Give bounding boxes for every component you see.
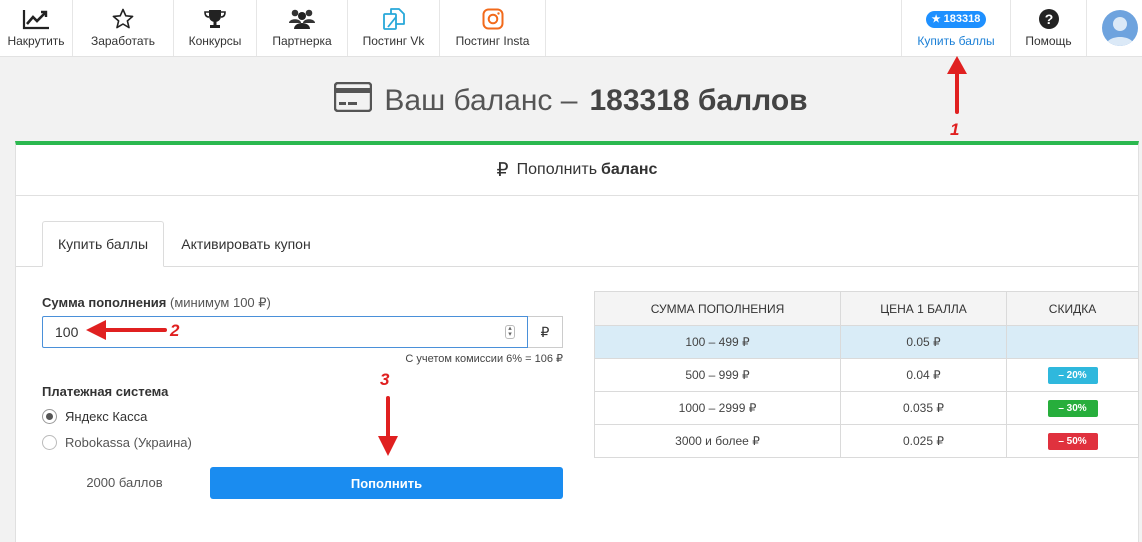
nav-label: Постинг Vk — [362, 34, 425, 48]
column-header: СУММА ПОПОЛНЕНИЯ — [594, 291, 841, 326]
nav-item-posting-vk[interactable]: Постинг Vk — [348, 0, 440, 56]
card-title-prefix: Пополнить — [516, 161, 598, 178]
balance-heading-prefix: Ваш баланс – — [384, 84, 578, 117]
range-cell: 500 – 999 ₽ — [594, 358, 841, 392]
tab-activate-coupon[interactable]: Активировать купон — [166, 221, 326, 266]
nav-item-posting-insta[interactable]: Постинг Insta — [440, 0, 546, 56]
discount-cell: – 30% — [1006, 391, 1139, 425]
table-row: 100 – 499 ₽ 0.05 ₽ — [594, 325, 1139, 359]
discount-badge: – 30% — [1047, 399, 1098, 417]
trending-up-icon — [0, 8, 72, 30]
nav-label: Купить баллы — [917, 34, 995, 48]
balance-heading-value: 183318 баллов — [589, 84, 808, 117]
nav-label: Постинг Insta — [455, 34, 530, 48]
discount-cell: – 50% — [1006, 424, 1139, 458]
submit-top-up-button[interactable]: Пополнить — [210, 467, 563, 499]
nav-item-help[interactable]: ? Помощь — [1011, 0, 1087, 56]
sum-label-text: Сумма пополнения — [42, 295, 167, 310]
nav-label: Накрутить — [7, 34, 65, 48]
payment-option-label: Яндекс Касса — [65, 408, 148, 424]
annotation-number-2: 2 — [170, 321, 180, 340]
price-table: СУММА ПОПОЛНЕНИЯ ЦЕНА 1 БАЛЛА СКИДКА 100… — [594, 291, 1139, 458]
top-nav: Накрутить Заработать Конкурсы Партнерка … — [0, 0, 1142, 57]
users-icon — [257, 8, 347, 30]
table-header-row: СУММА ПОПОЛНЕНИЯ ЦЕНА 1 БАЛЛА СКИДКА — [594, 291, 1139, 326]
trophy-icon — [174, 8, 256, 30]
discount-badge: – 20% — [1047, 366, 1098, 384]
radio-unselected[interactable] — [42, 434, 57, 450]
user-avatar-icon — [1106, 17, 1134, 46]
annotation-number-3: 3 — [380, 370, 390, 389]
table-row: 1000 – 2999 ₽ 0.035 ₽ – 30% — [594, 391, 1139, 425]
price-cell: 0.05 ₽ — [840, 325, 1007, 359]
commission-text: С учетом комиссии 6% = 106 ₽ — [405, 353, 563, 365]
range-cell: 1000 – 2999 ₽ — [594, 391, 841, 425]
balance-badge: ★ 183318 — [925, 10, 987, 28]
card-title-bold: баланс — [601, 161, 658, 178]
nav-label: Помощь — [1025, 34, 1072, 48]
sum-input-value: 100 — [55, 324, 79, 340]
number-spinner[interactable]: ▴ ▾ — [505, 325, 515, 339]
sum-label-hint: (минимум 100 ₽) — [170, 295, 271, 310]
table-row: 500 – 999 ₽ 0.04 ₽ – 20% — [594, 358, 1139, 392]
price-cell: 0.025 ₽ — [840, 424, 1007, 458]
nav-item-earn[interactable]: Заработать — [73, 0, 174, 56]
nav-item-buy-points[interactable]: ★ 183318 Купить баллы — [901, 0, 1011, 56]
radio-selected[interactable] — [42, 408, 57, 424]
nav-item-contests[interactable]: Конкурсы — [174, 0, 257, 56]
discount-cell — [1006, 325, 1139, 359]
payment-option-robokassa[interactable]: Robokassa (Украина) — [42, 433, 192, 451]
ruble-icon: ₽ — [496, 159, 509, 181]
star-icon: ★ — [931, 13, 941, 25]
balance-badge-value: 183318 — [943, 13, 981, 25]
top-up-card: ₽ Пополнить баланс Купить баллы Активиро… — [15, 141, 1139, 542]
sum-input[interactable]: 100 ▴ ▾ — [42, 316, 528, 348]
points-amount: 2000 баллов — [86, 475, 163, 490]
nav-item-partners[interactable]: Партнерка — [257, 0, 348, 56]
payment-option-label: Robokassa (Украина) — [65, 434, 192, 450]
balance-heading: Ваш баланс – 183318 баллов — [0, 81, 1142, 122]
nav-label: Заработать — [90, 34, 156, 48]
range-cell: 100 – 499 ₽ — [594, 325, 841, 359]
discount-badge: – 50% — [1047, 432, 1098, 450]
sum-input-group: 100 ▴ ▾ ₽ — [42, 316, 563, 348]
help-icon: ? — [1011, 8, 1086, 30]
price-cell: 0.04 ₽ — [840, 358, 1007, 392]
tab-bar — [16, 266, 1138, 267]
payment-option-yandex[interactable]: Яндекс Касса — [42, 407, 147, 425]
sum-label: Сумма пополнения (минимум 100 ₽) — [42, 295, 271, 311]
discount-cell: – 20% — [1006, 358, 1139, 392]
payment-label: Платежная система — [42, 384, 169, 399]
column-header: СКИДКА — [1006, 291, 1139, 326]
nav-item-avatar[interactable] — [1087, 0, 1142, 56]
avatar[interactable] — [1102, 10, 1138, 46]
price-cell: 0.035 ₽ — [840, 391, 1007, 425]
instagram-icon — [440, 8, 545, 30]
currency-addon: ₽ — [528, 316, 563, 348]
range-cell: 3000 и более ₽ — [594, 424, 841, 458]
star-icon — [73, 8, 173, 30]
nav-label: Партнерка — [272, 34, 332, 48]
table-row: 3000 и более ₽ 0.025 ₽ – 50% — [594, 424, 1139, 458]
nav-item-boost[interactable]: Накрутить — [0, 0, 73, 56]
nav-label: Конкурсы — [188, 34, 242, 48]
tab-buy-points[interactable]: Купить баллы — [42, 221, 164, 267]
copy-icon — [348, 8, 439, 30]
card-header: ₽ Пополнить баланс — [16, 145, 1138, 196]
balance-badge-wrap: ★ 183318 — [902, 8, 1010, 30]
annotation-number-1: 1 — [950, 120, 960, 139]
svg-text:?: ? — [1044, 11, 1053, 27]
column-header: ЦЕНА 1 БАЛЛА — [840, 291, 1007, 326]
credit-card-icon — [334, 81, 373, 120]
